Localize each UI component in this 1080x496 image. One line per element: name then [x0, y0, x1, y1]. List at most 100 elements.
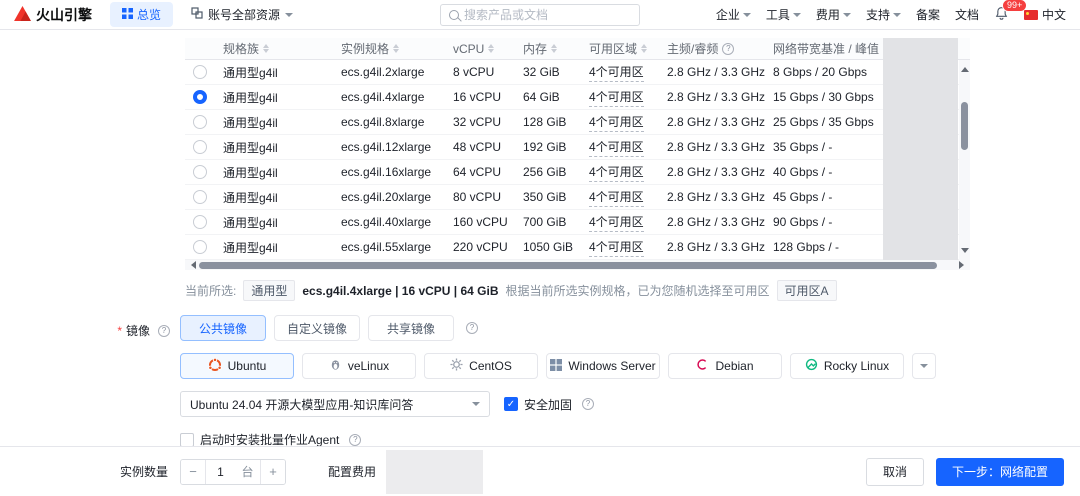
scroll-up-icon[interactable]: [961, 63, 969, 72]
table-row[interactable]: 通用型g4il ecs.g4il.12xlarge 48 vCPU 192 Gi…: [185, 135, 970, 160]
zones-link[interactable]: 4个可用区: [589, 213, 644, 232]
notifications-button[interactable]: 99+: [994, 6, 1009, 24]
scroll-left-icon[interactable]: [187, 261, 196, 269]
table-row[interactable]: 通用型g4il ecs.g4il.2xlarge 8 vCPU 32 GiB 4…: [185, 60, 970, 85]
sort-icon[interactable]: [263, 41, 269, 56]
image-version-select[interactable]: Ubuntu 24.04 开源大模型应用-知识库问答: [180, 391, 490, 417]
cell-vcpu: 16 vCPU: [445, 90, 515, 104]
zones-link[interactable]: 4个可用区: [589, 238, 644, 257]
checkbox-checked-icon[interactable]: [504, 397, 518, 411]
nav-item-icp[interactable]: 备案: [916, 6, 940, 23]
sort-icon[interactable]: [393, 41, 399, 56]
os-label: Ubuntu: [228, 359, 267, 373]
help-icon[interactable]: [466, 322, 478, 334]
cell-bandwidth: 35 Gbps / -: [765, 140, 883, 154]
horizontal-scrollbar[interactable]: [185, 260, 970, 270]
os-label: Windows Server: [568, 359, 655, 373]
zones-link[interactable]: 4个可用区: [589, 188, 644, 207]
os-ubuntu-button[interactable]: Ubuntu: [180, 353, 294, 379]
table-row[interactable]: 通用型g4il ecs.g4il.16xlarge 64 vCPU 256 Gi…: [185, 160, 970, 185]
help-icon[interactable]: [582, 398, 594, 410]
os-velinux-button[interactable]: veLinux: [302, 353, 416, 379]
cell-vcpu: 48 vCPU: [445, 140, 515, 154]
search-input[interactable]: [464, 8, 631, 22]
header-vcpu: vCPU: [445, 41, 515, 56]
table-row[interactable]: 通用型g4il ecs.g4il.55xlarge 220 vCPU 1050 …: [185, 235, 970, 260]
global-search[interactable]: [440, 4, 640, 26]
os-debian-button[interactable]: Debian: [668, 353, 782, 379]
cell-spec: ecs.g4il.20xlarge: [333, 190, 445, 204]
horizontal-scroll-thumb[interactable]: [199, 262, 937, 269]
row-radio-checked[interactable]: [193, 90, 207, 104]
security-hardening-checkbox[interactable]: 安全加固: [504, 396, 594, 413]
nav-overview-button[interactable]: 总览: [110, 2, 173, 27]
zones-link[interactable]: 4个可用区: [589, 163, 644, 182]
checkbox-unchecked-icon[interactable]: [180, 433, 194, 447]
zones-link[interactable]: 4个可用区: [589, 138, 644, 157]
os-centos-button[interactable]: CentOS: [424, 353, 538, 379]
brand-logo[interactable]: 火山引擎: [14, 5, 92, 25]
os-options: Ubuntu veLinux CentOS Windows Server: [180, 353, 1080, 379]
nav-item-billing[interactable]: 费用: [816, 6, 851, 23]
os-rocky-linux-button[interactable]: Rocky Linux: [790, 353, 904, 379]
more-os-dropdown-button[interactable]: [912, 353, 936, 379]
quantity-stepper[interactable]: − 1 台 +: [180, 459, 286, 485]
sort-icon[interactable]: [551, 41, 557, 56]
cell-family: 通用型g4il: [215, 64, 333, 81]
scroll-down-icon[interactable]: [961, 248, 969, 257]
sort-icon[interactable]: [641, 41, 647, 56]
row-radio[interactable]: [193, 115, 207, 129]
row-radio[interactable]: [193, 215, 207, 229]
velinux-icon: [329, 358, 342, 374]
help-icon[interactable]: [722, 43, 734, 55]
quantity-decrease-button[interactable]: −: [181, 460, 205, 484]
image-label-group: * 镜像: [0, 315, 180, 341]
vertical-scrollbar[interactable]: [959, 60, 970, 260]
quantity-increase-button[interactable]: +: [261, 460, 285, 484]
debian-icon: [696, 358, 709, 374]
zones-link[interactable]: 4个可用区: [589, 113, 644, 132]
table-row[interactable]: 通用型g4il ecs.g4il.20xlarge 80 vCPU 350 Gi…: [185, 185, 970, 210]
language-switcher[interactable]: 中文: [1024, 6, 1066, 23]
header-label: 实例规格: [341, 40, 389, 57]
table-header-row: 规格族 实例规格 vCPU 内存 可用区域 主频/睿频 网络带宽基准 / 峰值: [185, 38, 970, 60]
centos-icon: [450, 358, 463, 374]
table-row[interactable]: 通用型g4il ecs.g4il.8xlarge 32 vCPU 128 GiB…: [185, 110, 970, 135]
chevron-down-icon: [843, 13, 851, 21]
tab-shared-image[interactable]: 共享镜像: [368, 315, 454, 341]
sort-icon[interactable]: [488, 41, 494, 56]
cancel-button[interactable]: 取消: [866, 458, 924, 486]
quantity-value[interactable]: 1: [205, 460, 235, 484]
bottom-action-bar: 实例数量 − 1 台 + 配置费用 取消 下一步：网络配置: [0, 446, 1080, 496]
image-type-tabs: 公共镜像 自定义镜像 共享镜像: [180, 315, 1080, 341]
nav-item-enterprise[interactable]: 企业: [716, 6, 751, 23]
next-step-button[interactable]: 下一步：网络配置: [936, 458, 1064, 486]
tab-public-image[interactable]: 公共镜像: [180, 315, 266, 341]
scroll-right-icon[interactable]: [959, 261, 968, 269]
cell-vcpu: 160 vCPU: [445, 215, 515, 229]
vertical-scroll-thumb[interactable]: [961, 102, 968, 150]
cell-frequency: 2.8 GHz / 3.3 GHz: [659, 165, 765, 179]
tab-custom-image[interactable]: 自定义镜像: [274, 315, 360, 341]
nav-item-tools[interactable]: 工具: [766, 6, 801, 23]
summary-label: 当前所选:: [185, 282, 236, 299]
os-windows-server-button[interactable]: Windows Server: [546, 353, 660, 379]
zones-link[interactable]: 4个可用区: [589, 88, 644, 107]
table-row-selected[interactable]: 通用型g4il ecs.g4il.4xlarge 16 vCPU 64 GiB …: [185, 85, 970, 110]
account-resources-dropdown[interactable]: 账号全部资源: [191, 6, 293, 23]
cell-bandwidth: 15 Gbps / 30 Gbps: [765, 90, 883, 104]
row-radio[interactable]: [193, 65, 207, 79]
nav-item-docs[interactable]: 文档: [955, 6, 979, 23]
cell-spec: ecs.g4il.12xlarge: [333, 140, 445, 154]
quantity-unit: 台: [235, 460, 261, 484]
row-radio[interactable]: [193, 165, 207, 179]
row-radio[interactable]: [193, 140, 207, 154]
zones-link[interactable]: 4个可用区: [589, 63, 644, 82]
row-radio[interactable]: [193, 190, 207, 204]
chevron-down-icon: [285, 13, 293, 21]
nav-item-support[interactable]: 支持: [866, 6, 901, 23]
row-radio[interactable]: [193, 240, 207, 254]
help-icon[interactable]: [158, 325, 170, 337]
help-icon[interactable]: [349, 434, 361, 446]
table-row[interactable]: 通用型g4il ecs.g4il.40xlarge 160 vCPU 700 G…: [185, 210, 970, 235]
